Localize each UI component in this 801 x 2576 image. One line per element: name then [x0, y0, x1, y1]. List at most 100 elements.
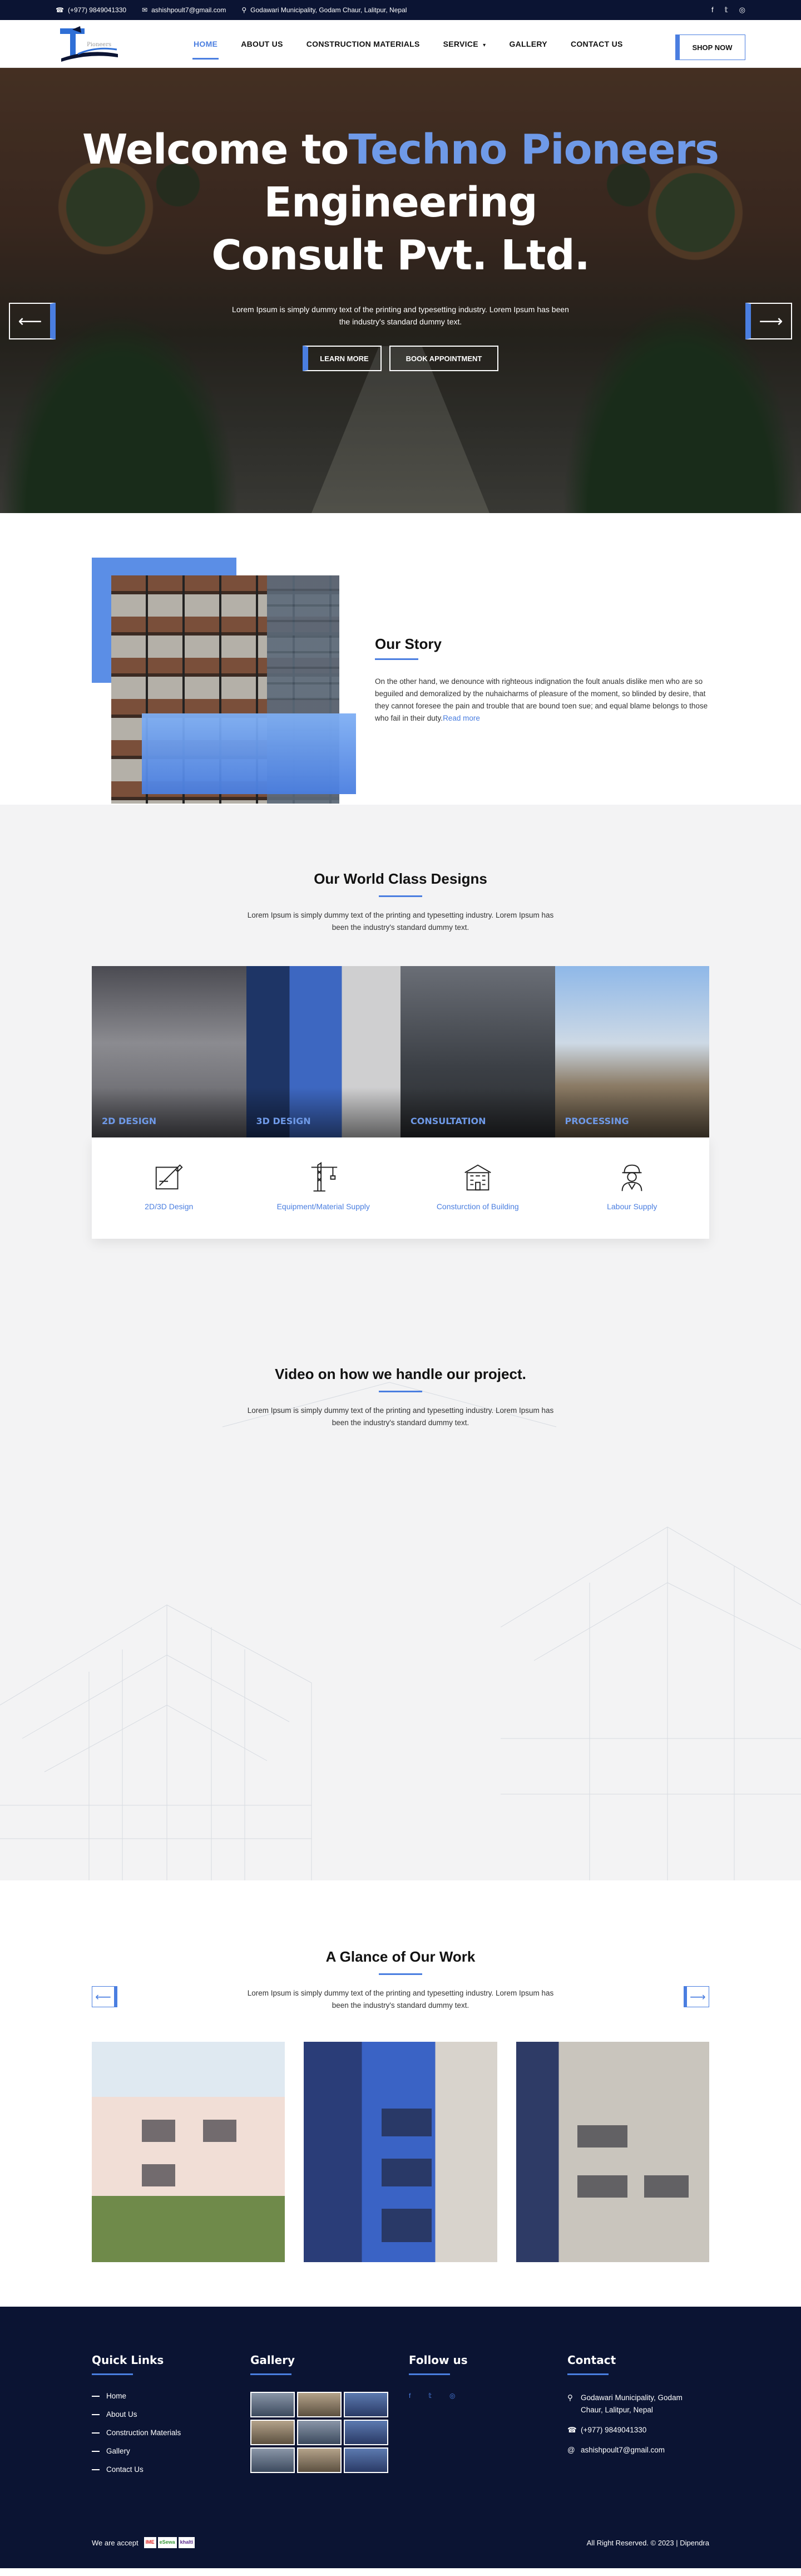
story-accent-overlay [142, 713, 356, 794]
gallery-thumb[interactable] [297, 2420, 342, 2445]
gallery-thumb[interactable] [250, 2392, 295, 2417]
tile-2d-design[interactable]: 2D DESIGN [92, 966, 246, 1137]
tile-shade [246, 1087, 400, 1137]
footer-bottom: We are accept IME eSewa khalti All Right… [92, 2537, 709, 2548]
phone-contact[interactable]: ☎ (+977) 9849041330 [56, 6, 126, 14]
main-nav: HOME ABOUT US CONSTRUCTION MATERIALS SER… [192, 23, 623, 65]
gallery-thumb[interactable] [344, 2420, 388, 2445]
footer-link-construction-materials[interactable]: Construction Materials [92, 2429, 181, 2437]
work-text: Lorem Ipsum is simply dummy text of the … [247, 1989, 554, 2009]
gallery-thumb[interactable] [297, 2392, 342, 2417]
window [142, 2164, 175, 2186]
service-building-construction[interactable]: Consturction of Building [400, 1137, 555, 1239]
footer-link-home[interactable]: Home [92, 2392, 181, 2400]
gallery-thumb[interactable] [297, 2447, 342, 2473]
gallery-thumb[interactable] [344, 2392, 388, 2417]
we-accept-label: We are accept [92, 2538, 139, 2547]
story-body: On the other hand, we denounce with righ… [375, 676, 709, 725]
nav-about-us[interactable]: ABOUT US [241, 23, 283, 65]
instagram-icon[interactable]: ◎ [449, 2392, 455, 2400]
video-text: Lorem Ipsum is simply dummy text of the … [247, 1406, 554, 1427]
service-label: Consturction of Building [436, 1202, 519, 1211]
slider-next-button[interactable]: ⟶ [745, 303, 792, 339]
footer-link-gallery[interactable]: Gallery [92, 2447, 181, 2455]
building-icon [464, 1164, 491, 1191]
nav-contact-us[interactable]: CONTACT US [571, 23, 623, 65]
tile-processing[interactable]: PROCESSING [555, 966, 709, 1137]
footer-gallery: Gallery [250, 2353, 388, 2473]
svg-text:Pioneers: Pioneers [87, 42, 111, 48]
contact-email[interactable]: ashishpoult7@gmail.com [581, 2444, 665, 2456]
nav-service[interactable]: SERVICE ▾ [443, 23, 486, 65]
drafting-icon [155, 1164, 183, 1190]
tile-caption: CONSULTATION [411, 1116, 486, 1126]
tile-caption: 3D DESIGN [256, 1116, 311, 1126]
design-tiles: 2D DESIGN 3D DESIGN CONSULTATION PROCESS… [92, 966, 709, 1137]
designs-text: Lorem Ipsum is simply dummy text of the … [247, 911, 554, 932]
instagram-icon[interactable]: ◎ [739, 6, 745, 14]
window [577, 2125, 627, 2148]
hero-slider: Welcome toTechno Pioneers Engineering Co… [0, 68, 801, 513]
main-navbar: Pioneers HOME ABOUT US CONSTRUCTION MATE… [0, 20, 801, 68]
phone-text: (+977) 9849041330 [67, 6, 127, 14]
learn-more-button[interactable]: LEARN MORE [303, 346, 382, 371]
footer-link-contact-us[interactable]: Contact Us [92, 2465, 181, 2474]
location-icon: ⚲ [241, 6, 247, 14]
twitter-icon[interactable]: 𝕥 [428, 2392, 432, 2400]
nav-home[interactable]: HOME [192, 23, 219, 65]
esewa-logo: eSewa [157, 2537, 177, 2548]
chevron-down-icon: ▾ [483, 42, 486, 48]
book-appointment-button[interactable]: BOOK APPOINTMENT [389, 346, 498, 371]
crane-icon [311, 1162, 338, 1192]
hero-title-rest: Engineering Consult Pvt. Ltd. [211, 179, 590, 279]
service-label: 2D/3D Design [145, 1202, 194, 1211]
gallery-thumb[interactable] [344, 2447, 388, 2473]
contact-underline [567, 2373, 609, 2375]
work-prev-button[interactable]: ⟵ [92, 1986, 117, 2007]
ime-logo: IME [144, 2537, 156, 2548]
quick-links-underline [92, 2373, 133, 2375]
shop-now-button[interactable]: SHOP NOW [675, 35, 745, 60]
tile-3d-design[interactable]: 3D DESIGN [246, 966, 400, 1137]
gallery-thumb[interactable] [250, 2447, 295, 2473]
copyright-text: All Right Reserved. © 2023 | Dipendra [586, 2538, 709, 2547]
facebook-icon[interactable]: f [711, 6, 714, 14]
phone-icon: ☎ [56, 6, 64, 14]
story-title: Our Story [375, 636, 442, 652]
window [577, 2175, 627, 2198]
service-2d3d-design[interactable]: 2D/3D Design [92, 1137, 246, 1239]
window [382, 2109, 432, 2136]
gallery-thumb[interactable] [250, 2420, 295, 2445]
designs-title: Our World Class Designs [314, 870, 487, 887]
work-image-3[interactable] [516, 2042, 709, 2262]
facebook-icon[interactable]: f [409, 2392, 411, 2400]
email-icon: ✉ [142, 6, 148, 14]
address-text: Godawari Municipality, Godam Chaur, Lali… [250, 6, 407, 14]
company-logo[interactable]: Pioneers [56, 24, 122, 64]
work-image-1[interactable] [92, 2042, 285, 2262]
tile-shade [92, 1087, 246, 1137]
nav-construction-materials[interactable]: CONSTRUCTION MATERIALS [306, 23, 420, 65]
work-next-button[interactable]: ⟶ [684, 1986, 709, 2007]
email-contact[interactable]: ✉ ashishpoult7@gmail.com [142, 6, 226, 14]
footer-link-about-us[interactable]: About Us [92, 2410, 181, 2419]
payment-logos: IME eSewa khalti [144, 2537, 195, 2548]
contact-phone[interactable]: (+977) 9849041330 [581, 2424, 646, 2436]
email-text: ashishpoult7@gmail.com [151, 6, 226, 14]
twitter-icon[interactable]: 𝕥 [725, 6, 728, 14]
phone-icon: ☎ [567, 2426, 577, 2434]
nav-gallery[interactable]: GALLERY [509, 23, 547, 65]
slider-prev-button[interactable]: ⟵ [9, 303, 56, 339]
service-labour-supply[interactable]: Labour Supply [555, 1137, 710, 1239]
read-more-link[interactable]: Read more [443, 714, 480, 722]
nav-service-label: SERVICE [443, 39, 478, 48]
contact-title: Contact [567, 2353, 616, 2367]
video-title: Video on how we handle our project. [275, 1366, 526, 1382]
work-image-2[interactable] [304, 2042, 497, 2262]
tile-shade [555, 1087, 709, 1137]
site-footer: Quick Links Home About Us Construction M… [0, 2307, 801, 2568]
tile-consultation[interactable]: CONSULTATION [400, 966, 555, 1137]
work-gallery-section: A Glance of Our Work Lorem Ipsum is simp… [0, 1880, 801, 2307]
service-equipment-supply[interactable]: Equipment/Material Supply [246, 1137, 401, 1239]
arrow-right-icon: ⟶ [759, 312, 783, 331]
